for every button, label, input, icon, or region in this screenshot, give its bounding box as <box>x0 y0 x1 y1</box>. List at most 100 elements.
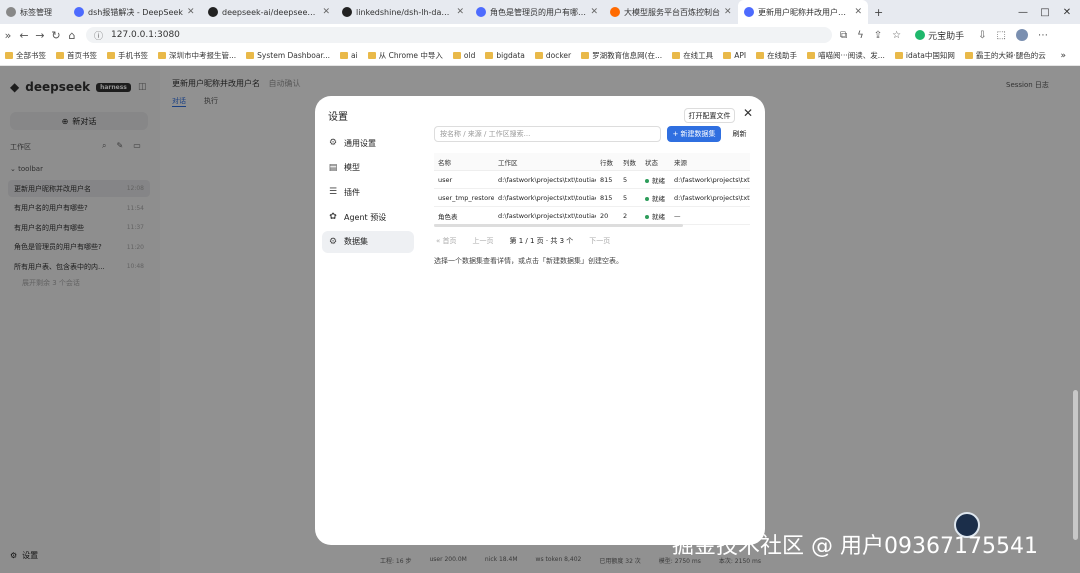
browser-tab[interactable]: 标签管理 <box>0 0 68 24</box>
folder-icon <box>56 52 64 59</box>
table-cell: 角色表 <box>434 206 494 225</box>
star-icon[interactable]: ☆ <box>892 30 901 41</box>
settings-nav-item[interactable]: ⚙ 通用设置 <box>322 132 414 154</box>
bookmark-item[interactable]: 在线工具 <box>667 50 718 61</box>
dataset-search-input[interactable]: 按名称 / 来源 / 工作区搜索... <box>434 126 661 142</box>
settings-nav-label: 模型 <box>344 163 360 173</box>
tab-close-icon[interactable]: ✕ <box>187 7 195 17</box>
settings-nav-item[interactable]: ☰ 插件 <box>322 181 414 203</box>
profile-avatar[interactable] <box>1015 29 1028 41</box>
table-cell: 815 <box>596 170 619 189</box>
tab-close-icon[interactable]: ✕ <box>854 7 862 17</box>
browser-tab[interactable]: linkedshine/dsh-lh-data: agentic✕ <box>336 0 470 24</box>
cell-value: d:\fastwork\projects\txt\toutiao <box>498 193 596 202</box>
column-header: 行数 <box>596 153 619 171</box>
dialog-title: 设置 <box>328 112 348 123</box>
tab-title: dsh报错解决 - DeepSeek <box>88 7 183 17</box>
tab-close-icon[interactable]: ✕ <box>590 7 598 17</box>
table-cell: 就绪 <box>641 206 670 225</box>
new-dataset-button[interactable]: + 新建数据集 <box>667 126 721 142</box>
cell-value: 角色表 <box>438 212 458 221</box>
extension-icon[interactable]: ⬚ <box>997 30 1006 41</box>
table-row[interactable]: 角色表 d:\fastwork\projects\txt\toutiao 20 2 就绪… <box>434 206 750 225</box>
reload-icon[interactable]: ↻ <box>48 29 64 42</box>
cell-value: d:\fastwork\projects\txt\toutiao <box>498 175 596 184</box>
folder-icon <box>964 52 973 59</box>
close-icon[interactable]: ✕ <box>743 106 753 120</box>
tab-close-icon[interactable]: ✕ <box>456 7 464 17</box>
bolt-icon[interactable]: ϟ <box>857 30 864 41</box>
minimize-button[interactable]: — <box>1012 7 1034 18</box>
cell-value: 就绪 <box>652 194 665 203</box>
share-icon[interactable]: ⇪ <box>874 30 882 41</box>
bookmark-item[interactable]: idata中国知网 <box>890 50 960 61</box>
prev-page-button[interactable]: 上一页 <box>473 236 494 246</box>
sidebar-toggle-icon[interactable]: » <box>0 29 16 42</box>
tab-favicon-icon <box>74 7 84 17</box>
bookmark-item[interactable]: 从 Chrome 中导入 <box>363 50 448 61</box>
bookmark-item[interactable]: 首页书签 <box>51 50 102 61</box>
page-scrollbar[interactable] <box>1073 390 1078 540</box>
open-config-button[interactable]: 打开配置文件 <box>684 108 735 123</box>
bookmark-item[interactable]: docker <box>530 51 576 60</box>
bookmark-item[interactable]: 在线助手 <box>751 50 802 61</box>
bookmark-item[interactable]: 罗湖教育信息网(在... <box>576 50 667 61</box>
table-scrollbar[interactable] <box>434 224 683 227</box>
maximize-button[interactable]: □ <box>1034 7 1056 18</box>
browser-tab[interactable]: 更新用户昵称并改用户名 — De ✕ <box>738 0 868 24</box>
bookmark-item[interactable]: old <box>448 51 480 60</box>
folder-icon <box>452 52 461 59</box>
new-tab-button[interactable]: + <box>868 6 889 19</box>
table-cell: d:\fastwork\projects\txt\toutiao <box>494 170 596 189</box>
tab-title: 更新用户昵称并改用户名 — De <box>758 7 850 17</box>
settings-nav-label: 通用设置 <box>344 138 376 148</box>
bookmark-item[interactable]: System Dashboar... <box>241 51 335 60</box>
bookmark-item[interactable]: API <box>718 51 751 60</box>
download-icon[interactable]: ⇩ <box>978 30 986 41</box>
bookmark-item[interactable]: 深圳市中考报生管... <box>153 50 241 61</box>
folder-icon <box>107 52 115 59</box>
settings-nav-item[interactable]: ▤ 模型 <box>322 157 414 179</box>
browser-tab[interactable]: deepseek-ai/deepseek-harness ✕ <box>202 0 336 24</box>
bookmark-label: docker <box>545 51 572 60</box>
install-icon[interactable]: ⧉ <box>840 30 847 41</box>
folder-icon <box>807 52 816 59</box>
refresh-button[interactable]: 刷新 <box>727 126 752 142</box>
tab-close-icon[interactable]: ✕ <box>724 7 732 17</box>
url-field[interactable]: ⓘ 127.0.0.1:3080 <box>86 27 832 43</box>
next-page-button[interactable]: 下一页 <box>589 236 610 246</box>
browser-tab[interactable]: dsh报错解决 - DeepSeek ✕ <box>68 0 202 24</box>
close-window-button[interactable]: ✕ <box>1056 7 1078 18</box>
tab-close-icon[interactable]: ✕ <box>322 7 330 17</box>
bookmark-label: 在线工具 <box>683 51 714 60</box>
menu-icon[interactable]: ⋯ <box>1038 30 1048 41</box>
cell-value: 20 <box>600 211 609 220</box>
settings-nav-item[interactable]: ⚙ 数据集 <box>322 230 414 253</box>
bookmark-item[interactable]: 手机书签 <box>102 50 153 61</box>
table-row[interactable]: user d:\fastwork\projects\txt\toutiao 815 5… <box>434 170 750 189</box>
browser-tab[interactable]: 大模型服务平台百炼控制台 ✕ <box>604 0 738 24</box>
tab-favicon-icon <box>744 7 754 17</box>
bookmark-item[interactable]: bigdata <box>480 51 530 60</box>
assistant-icon <box>915 30 926 40</box>
back-icon[interactable]: ← <box>16 29 32 42</box>
table-row[interactable]: user_tmp_restore d:\fastwork\projects\txt… <box>434 188 750 207</box>
tab-favicon-icon <box>6 7 16 17</box>
settings-nav-item[interactable]: ✿ Agent 预设 <box>322 206 414 228</box>
table-cell: 就绪 <box>641 188 670 207</box>
search-placeholder: 按名称 / 来源 / 工作区搜索... <box>440 130 531 138</box>
cell-value: d:\fastwork\projects\txt\toutiao <box>674 175 750 184</box>
bookmark-item[interactable]: ai <box>335 51 363 60</box>
first-page-button[interactable]: « 首页 <box>436 236 457 246</box>
assistant-button[interactable]: 元宝助手 <box>915 29 964 42</box>
bookmark-item[interactable]: 喵喵阅···阅读、发... <box>802 50 890 61</box>
tab-title: 大模型服务平台百炼控制台 <box>624 7 720 17</box>
cell-value: 就绪 <box>652 176 665 185</box>
browser-tab[interactable]: 角色是管理员的用户有哪些? — De✕ <box>470 0 604 24</box>
dataset-table: 名称 工作区 行数 列数 状态 来源 user d:\fastwork\projects\t… <box>434 153 750 225</box>
bookmark-item[interactable]: 全部书签 <box>0 50 51 61</box>
bookmark-item[interactable]: 霸王的大辫·腿色的云 <box>960 50 1051 61</box>
bookmarks-more-button[interactable]: » <box>1060 51 1080 61</box>
home-icon[interactable]: ⌂ <box>64 29 80 42</box>
forward-icon[interactable]: → <box>32 29 48 42</box>
